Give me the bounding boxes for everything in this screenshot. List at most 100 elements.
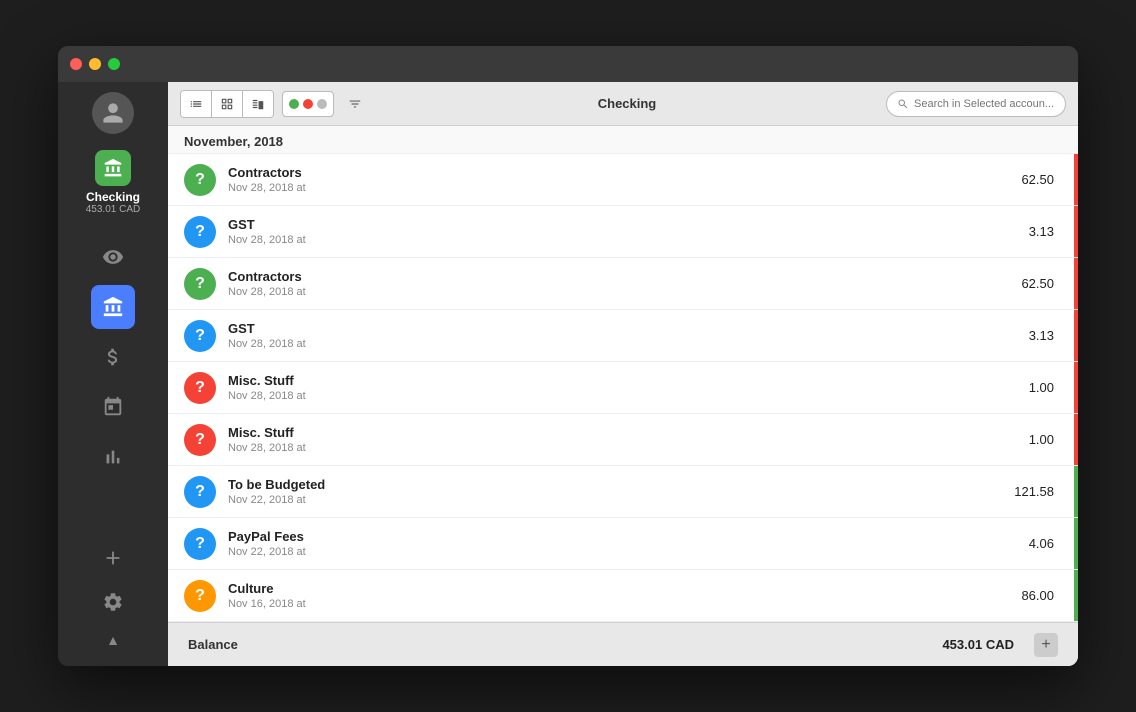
- balance-label: Balance: [188, 637, 942, 652]
- main-window: Checking 453.01 CAD: [58, 46, 1078, 666]
- transaction-details: GST Nov 28, 2018 at: [228, 217, 1029, 246]
- search-input[interactable]: [914, 98, 1054, 110]
- filter-button[interactable]: [342, 91, 368, 117]
- account-name: Checking: [86, 190, 140, 204]
- toolbar: Checking: [168, 82, 1078, 126]
- transaction-date: Nov 28, 2018 at: [228, 286, 1021, 298]
- transaction-status-bar: [1074, 154, 1078, 205]
- transaction-details: GST Nov 28, 2018 at: [228, 321, 1029, 350]
- transaction-icon: ?: [184, 528, 216, 560]
- transaction-status-bar: [1074, 258, 1078, 309]
- transaction-row[interactable]: ?Misc. StuffNov 28, 2018 at1.00: [168, 414, 1078, 466]
- transaction-details: To be Budgeted Nov 22, 2018 at: [228, 477, 1014, 506]
- view-toggle-group: [180, 90, 274, 118]
- add-transaction-button[interactable]: +: [1034, 633, 1058, 657]
- transaction-row[interactable]: ? Contractors Nov 28, 2018 at62.50: [168, 154, 1078, 206]
- transaction-date: Nov 22, 2018 at: [228, 494, 1014, 506]
- transaction-status-bar: [1074, 362, 1078, 413]
- minimize-button[interactable]: [89, 58, 101, 70]
- account-icon[interactable]: [95, 150, 131, 186]
- avatar[interactable]: [92, 92, 134, 134]
- transaction-date: Nov 28, 2018 at: [228, 390, 1029, 402]
- account-balance: 453.01 CAD: [86, 204, 140, 215]
- transaction-row[interactable]: ? To be Budgeted Nov 22, 2018 at121.58: [168, 466, 1078, 518]
- transaction-status-bar: [1074, 310, 1078, 361]
- nav-item-accounts[interactable]: [91, 285, 135, 329]
- filter-dot-gray[interactable]: [317, 99, 327, 109]
- transaction-details: Contractors Nov 28, 2018 at: [228, 165, 1021, 194]
- transaction-name: To be Budgeted: [228, 477, 1014, 492]
- filter-dot-green[interactable]: [289, 99, 299, 109]
- transaction-date: Nov 28, 2018 at: [228, 182, 1021, 194]
- transaction-name: GST: [228, 321, 1029, 336]
- transaction-row[interactable]: ? PayPal Fees Nov 22, 2018 at4.06: [168, 518, 1078, 570]
- month-header: November, 2018: [168, 126, 1078, 154]
- transaction-details: Contractors Nov 28, 2018 at: [228, 269, 1021, 298]
- search-box[interactable]: [886, 91, 1066, 117]
- transaction-name: Misc. Stuff: [228, 425, 1029, 440]
- sidebar: Checking 453.01 CAD: [58, 82, 168, 666]
- filter-dot-red[interactable]: [303, 99, 313, 109]
- transaction-date: Nov 28, 2018 at: [228, 442, 1029, 454]
- sidebar-bottom: ▲: [95, 540, 131, 656]
- transaction-status-bar: [1074, 206, 1078, 257]
- transaction-row[interactable]: ?CultureNov 16, 2018 at86.00: [168, 570, 1078, 622]
- transaction-date: Nov 22, 2018 at: [228, 546, 1029, 558]
- maximize-button[interactable]: [108, 58, 120, 70]
- titlebar: [58, 46, 1078, 82]
- balance-footer: Balance 453.01 CAD +: [168, 622, 1078, 666]
- collapse-button[interactable]: ▲: [106, 632, 120, 648]
- transaction-icon: ?: [184, 164, 216, 196]
- view-split-button[interactable]: [243, 91, 273, 117]
- transaction-details: Culture Nov 16, 2018 at: [228, 581, 1021, 610]
- transaction-date: Nov 16, 2018 at: [228, 598, 1021, 610]
- sidebar-nav: [91, 235, 135, 540]
- transaction-date: Nov 28, 2018 at: [228, 338, 1029, 350]
- transactions-list: November, 2018 ? Contractors Nov 28, 2018 …: [168, 126, 1078, 622]
- transaction-amount: 4.06: [1029, 536, 1054, 551]
- transaction-icon: ?: [184, 476, 216, 508]
- transaction-icon: ?: [184, 320, 216, 352]
- view-list-button[interactable]: [181, 91, 212, 117]
- add-button[interactable]: [95, 540, 131, 576]
- transaction-status-bar: [1074, 518, 1078, 569]
- settings-button[interactable]: [95, 584, 131, 620]
- transaction-amount: 1.00: [1029, 432, 1054, 447]
- transaction-amount: 62.50: [1021, 172, 1054, 187]
- transaction-name: Contractors: [228, 269, 1021, 284]
- nav-item-chart[interactable]: [91, 435, 135, 479]
- transaction-name: GST: [228, 217, 1029, 232]
- transaction-details: Misc. Stuff Nov 28, 2018 at: [228, 373, 1029, 402]
- transaction-amount: 1.00: [1029, 380, 1054, 395]
- transaction-details: Misc. Stuff Nov 28, 2018 at: [228, 425, 1029, 454]
- transaction-name: Contractors: [228, 165, 1021, 180]
- transaction-amount: 62.50: [1021, 276, 1054, 291]
- transaction-row[interactable]: ? GST Nov 28, 2018 at3.13: [168, 206, 1078, 258]
- transaction-amount: 121.58: [1014, 484, 1054, 499]
- transaction-amount: 86.00: [1021, 588, 1054, 603]
- nav-item-eye[interactable]: [91, 235, 135, 279]
- transaction-name: PayPal Fees: [228, 529, 1029, 544]
- transaction-status-bar: [1074, 466, 1078, 517]
- transaction-row[interactable]: ? Misc. Stuff Nov 28, 2018 at1.00: [168, 362, 1078, 414]
- transaction-details: PayPal Fees Nov 22, 2018 at: [228, 529, 1029, 558]
- status-filter-group: [282, 91, 334, 117]
- view-grid-button[interactable]: [212, 91, 243, 117]
- transaction-icon: ?: [184, 372, 216, 404]
- transaction-name: Misc. Stuff: [228, 373, 1029, 388]
- main-content: Checking November, 2018 ? Contractors Nov …: [168, 82, 1078, 666]
- transaction-icon: ?: [184, 268, 216, 300]
- close-button[interactable]: [70, 58, 82, 70]
- transaction-row[interactable]: ? Contractors Nov 28, 2018 at62.50: [168, 258, 1078, 310]
- transaction-date: Nov 28, 2018 at: [228, 234, 1029, 246]
- transaction-icon: ?: [184, 216, 216, 248]
- transaction-rows-container: ?ContractorsNov 28, 2018 at62.50?GSTNov …: [168, 154, 1078, 622]
- app-body: Checking 453.01 CAD: [58, 82, 1078, 666]
- transaction-row[interactable]: ? GST Nov 28, 2018 at3.13: [168, 310, 1078, 362]
- transaction-status-bar: [1074, 414, 1078, 465]
- nav-item-calendar[interactable]: [91, 385, 135, 429]
- transaction-name: Culture: [228, 581, 1021, 596]
- transaction-amount: 3.13: [1029, 224, 1054, 239]
- transaction-amount: 3.13: [1029, 328, 1054, 343]
- nav-item-coins[interactable]: [91, 335, 135, 379]
